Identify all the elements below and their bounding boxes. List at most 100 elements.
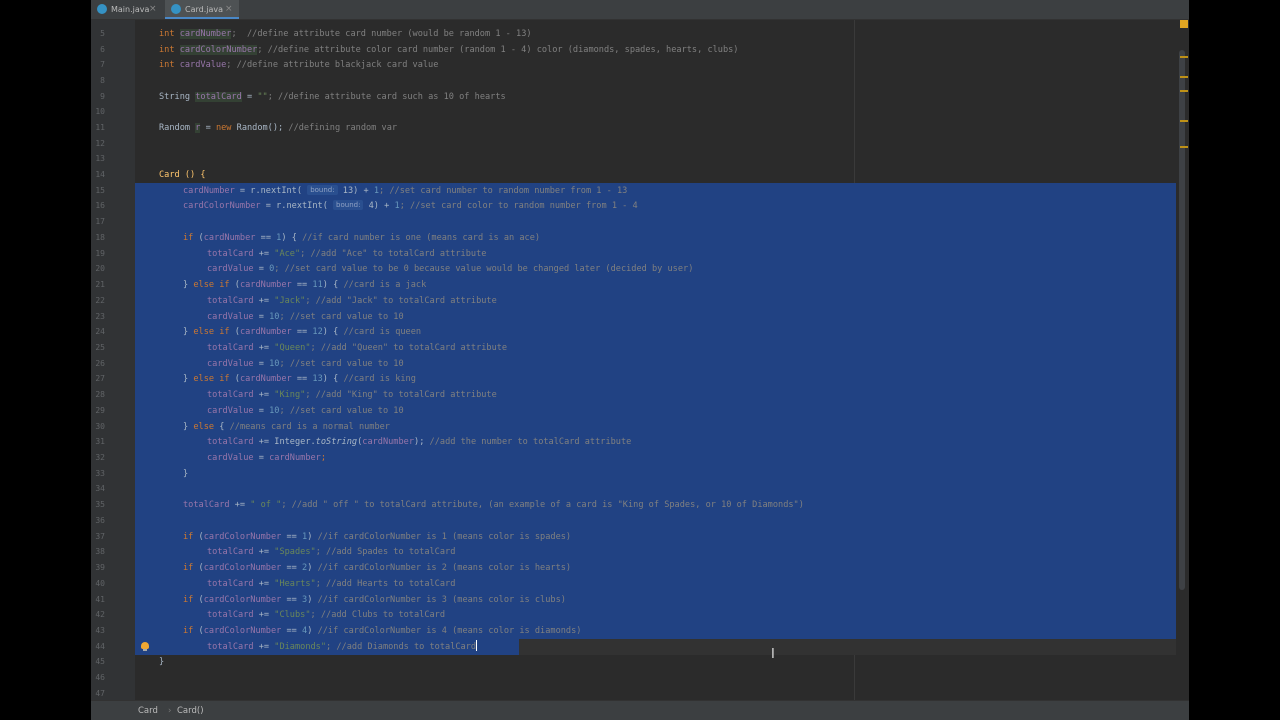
warning-indicator-icon[interactable]	[1180, 20, 1188, 28]
code-line[interactable]: 9 String totalCard = ""; //define attrib…	[91, 89, 1189, 105]
code-line[interactable]: 31 totalCard += Integer.toString(cardNum…	[91, 434, 1189, 450]
line-number: 45	[95, 657, 105, 666]
code-text: totalCard += "Hearts"; //add Hearts to t…	[207, 579, 456, 589]
code-line[interactable]: 27 } else if (cardNumber == 13) { //card…	[91, 371, 1189, 387]
code-line[interactable]: 29 cardValue = 10; //set card value to 1…	[91, 403, 1189, 419]
code-line[interactable]: 19 totalCard += "Ace"; //add "Ace" to to…	[91, 246, 1189, 262]
code-text: } else if (cardNumber == 11) { //card is…	[183, 280, 427, 290]
error-stripe-mark[interactable]	[1180, 90, 1188, 92]
code-line[interactable]: 6 int cardColorNumber; //define attribut…	[91, 42, 1189, 58]
code-text: totalCard += "Ace"; //add "Ace" to total…	[207, 249, 487, 259]
line-number: 27	[95, 374, 105, 383]
code-line[interactable]: 17	[91, 214, 1189, 230]
code-line[interactable]: 42 totalCard += "Clubs"; //add Clubs to …	[91, 607, 1189, 623]
editor-scrollbar[interactable]	[1176, 20, 1189, 700]
tab-card-java[interactable]: Card.java ×	[165, 0, 239, 19]
code-line[interactable]: 15 cardNumber = r.nextInt( bound: 13) + …	[91, 183, 1189, 199]
code-line[interactable]: 13	[91, 151, 1189, 167]
code-text: cardNumber = r.nextInt( bound: 13) + 1; …	[183, 185, 628, 196]
code-line[interactable]: 21 } else if (cardNumber == 11) { //card…	[91, 277, 1189, 293]
line-number: 13	[95, 154, 105, 163]
line-number: 24	[95, 327, 105, 336]
code-line[interactable]: 10	[91, 104, 1189, 120]
code-line[interactable]: 37 if (cardColorNumber == 1) //if cardCo…	[91, 529, 1189, 545]
code-line[interactable]: 45 }	[91, 654, 1189, 670]
breadcrumb-class[interactable]: Card	[138, 701, 158, 720]
code-line[interactable]: 35 totalCard += " of "; //add " off " to…	[91, 497, 1189, 513]
line-number: 41	[95, 595, 105, 604]
bulb-icon[interactable]	[141, 642, 149, 651]
code-text: int cardColorNumber; //define attribute …	[159, 45, 739, 55]
tab-main-java[interactable]: Main.java ×	[91, 0, 163, 19]
line-number: 38	[95, 547, 105, 556]
code-line[interactable]: 46	[91, 670, 1189, 686]
code-line[interactable]: 7 int cardValue; //define attribute blac…	[91, 57, 1189, 73]
code-text: cardValue = 0; //set card value to be 0 …	[207, 264, 694, 274]
close-icon[interactable]: ×	[149, 0, 157, 19]
code-line[interactable]: 30 } else { //means card is a normal num…	[91, 419, 1189, 435]
line-number: 6	[100, 45, 105, 54]
code-line-current[interactable]: 44 totalCard += "Diamonds"; //add Diamon…	[91, 639, 1189, 655]
line-number: 11	[95, 123, 105, 132]
code-line[interactable]: 39 if (cardColorNumber == 2) //if cardCo…	[91, 560, 1189, 576]
code-text: if (cardColorNumber == 2) //if cardColor…	[183, 563, 572, 573]
line-number: 7	[100, 60, 105, 69]
code-line[interactable]: 28 totalCard += "King"; //add "King" to …	[91, 387, 1189, 403]
code-text: } else { //means card is a normal number	[183, 422, 390, 432]
code-text: totalCard += " of "; //add " off " to to…	[183, 500, 804, 510]
code-line[interactable]: 33 }	[91, 466, 1189, 482]
code-line[interactable]: 5 int cardNumber; //define attribute car…	[91, 26, 1189, 42]
error-stripe-mark[interactable]	[1180, 120, 1188, 122]
line-number: 37	[95, 532, 105, 541]
line-number: 15	[95, 186, 105, 195]
error-stripe-mark[interactable]	[1180, 56, 1188, 58]
code-text: } else if (cardNumber == 13) { //card is…	[183, 374, 416, 384]
code-line[interactable]: 24 } else if (cardNumber == 12) { //card…	[91, 324, 1189, 340]
code-text: totalCard += "Clubs"; //add Clubs to tot…	[207, 610, 446, 620]
code-text: totalCard += "Jack"; //add "Jack" to tot…	[207, 296, 497, 306]
code-line[interactable]: 8	[91, 73, 1189, 89]
line-number: 28	[95, 390, 105, 399]
line-number: 14	[95, 170, 105, 179]
line-number: 39	[95, 563, 105, 572]
error-stripe-mark[interactable]	[1180, 146, 1188, 148]
line-number: 23	[95, 312, 105, 321]
code-text: cardValue = 10; //set card value to 10	[207, 406, 404, 416]
code-text: totalCard += "King"; //add "King" to tot…	[207, 390, 497, 400]
line-number: 8	[100, 76, 105, 85]
line-number: 33	[95, 469, 105, 478]
code-line[interactable]: 34	[91, 481, 1189, 497]
code-line[interactable]: 36	[91, 513, 1189, 529]
code-line[interactable]: 23 cardValue = 10; //set card value to 1…	[91, 309, 1189, 325]
code-line[interactable]: 12	[91, 136, 1189, 152]
line-number: 31	[95, 437, 105, 446]
text-caret	[476, 640, 478, 651]
code-line[interactable]: 32 cardValue = cardNumber;	[91, 450, 1189, 466]
code-line[interactable]: 16 cardColorNumber = r.nextInt( bound: 4…	[91, 198, 1189, 214]
line-number: 19	[95, 249, 105, 258]
code-line[interactable]: 38 totalCard += "Spades"; //add Spades t…	[91, 544, 1189, 560]
code-line[interactable]: 26 cardValue = 10; //set card value to 1…	[91, 356, 1189, 372]
line-number: 21	[95, 280, 105, 289]
code-line[interactable]: 20 cardValue = 0; //set card value to be…	[91, 261, 1189, 277]
ide-window: Main.java × Card.java × 5 int cardNumber…	[91, 0, 1189, 720]
editor-tabbar: Main.java × Card.java ×	[91, 0, 1189, 20]
tab-label: Card.java	[185, 5, 224, 14]
line-number: 16	[95, 201, 105, 210]
close-icon[interactable]: ×	[225, 0, 233, 19]
breadcrumb-method[interactable]: Card()	[177, 701, 204, 720]
code-line[interactable]: 22 totalCard += "Jack"; //add "Jack" to …	[91, 293, 1189, 309]
line-number: 35	[95, 500, 105, 509]
line-number: 34	[95, 484, 105, 493]
code-line[interactable]: 40 totalCard += "Hearts"; //add Hearts t…	[91, 576, 1189, 592]
error-stripe-mark[interactable]	[1180, 76, 1188, 78]
scrollbar-thumb[interactable]	[1179, 50, 1185, 590]
code-line[interactable]: 25 totalCard += "Queen"; //add "Queen" t…	[91, 340, 1189, 356]
code-line[interactable]: 43 if (cardColorNumber == 4) //if cardCo…	[91, 623, 1189, 639]
code-line[interactable]: 18 if (cardNumber == 1) { //if card numb…	[91, 230, 1189, 246]
code-line[interactable]: 11 Random r = new Random(); //defining r…	[91, 120, 1189, 136]
breadcrumb-separator: ›	[168, 706, 172, 716]
code-line[interactable]: 14 Card () {	[91, 167, 1189, 183]
text-cursor-icon: I	[771, 647, 775, 662]
code-line[interactable]: 41 if (cardColorNumber == 3) //if cardCo…	[91, 592, 1189, 608]
